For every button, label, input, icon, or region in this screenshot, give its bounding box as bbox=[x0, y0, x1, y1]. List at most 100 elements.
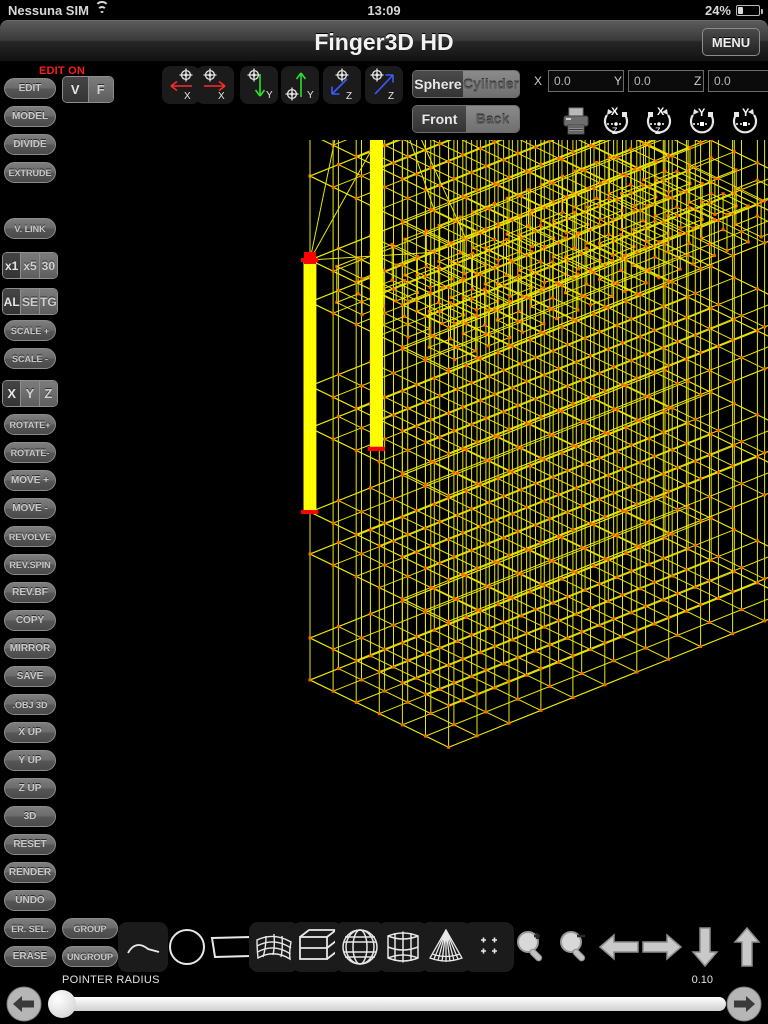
pan-up-icon[interactable] bbox=[722, 922, 768, 972]
x-coordinate-label: X bbox=[534, 74, 543, 88]
sidebar-button-revolve[interactable]: REVOLVE bbox=[4, 526, 56, 547]
sidebar-button-erase[interactable]: ERASE bbox=[4, 946, 56, 967]
y-coordinate-label: Y bbox=[614, 74, 623, 88]
svg-text:Z: Z bbox=[346, 91, 352, 102]
multiplier-option-30[interactable]: 30 bbox=[39, 253, 57, 278]
y-coordinate-input[interactable] bbox=[628, 70, 704, 92]
face-side-option-back[interactable]: Back bbox=[466, 106, 519, 132]
rotate-y-cw-dial-icon[interactable]: Y bbox=[727, 103, 763, 139]
curve-tool-icon[interactable] bbox=[118, 922, 168, 972]
battery-percent-label: 24% bbox=[704, 2, 731, 18]
pointer-radius-slider-track[interactable] bbox=[50, 997, 726, 1011]
arrow-left-icon[interactable] bbox=[6, 986, 42, 1022]
vertex-face-option-f[interactable]: F bbox=[88, 77, 113, 102]
sidebar-button-z-up[interactable]: Z UP bbox=[4, 778, 56, 799]
z-coordinate-input[interactable] bbox=[708, 70, 768, 92]
multiplier-option-x1[interactable]: x1 bbox=[3, 253, 22, 278]
title-bar: Finger3D HD MENU bbox=[0, 20, 768, 62]
selection-mode-segment[interactable]: AL SE TG bbox=[2, 288, 58, 315]
zoom-out-icon[interactable] bbox=[550, 922, 600, 972]
x-coordinate-input[interactable] bbox=[548, 70, 624, 92]
sidebar-button-rev-bf[interactable]: REV.BF bbox=[4, 582, 56, 603]
z-coordinate-field-group: Z bbox=[694, 70, 768, 92]
sidebar-button-copy[interactable]: COPY bbox=[4, 610, 56, 631]
selection-mode-option-se[interactable]: SE bbox=[21, 289, 40, 314]
x-minus-icon[interactable]: X bbox=[162, 66, 200, 104]
sidebar-button-render[interactable]: RENDER bbox=[4, 862, 56, 883]
sidebar-button-move[interactable]: MOVE - bbox=[4, 498, 56, 519]
svg-text:Y: Y bbox=[698, 107, 706, 119]
ungroup-button[interactable]: UNGROUP bbox=[62, 946, 118, 967]
menu-button[interactable]: MENU bbox=[702, 28, 760, 56]
sidebar-button-mirror[interactable]: MIRROR bbox=[4, 638, 56, 659]
sidebar-button-rotate[interactable]: ROTATE+ bbox=[4, 414, 56, 435]
wireframe-model bbox=[301, 140, 768, 749]
z-coordinate-label: Z bbox=[694, 74, 702, 88]
sidebar-button-model[interactable]: MODEL bbox=[4, 106, 56, 127]
sidebar-button-reset[interactable]: RESET bbox=[4, 834, 56, 855]
battery-icon bbox=[736, 4, 763, 16]
svg-text:Z: Z bbox=[612, 126, 618, 136]
sidebar-button-undo[interactable]: UNDO bbox=[4, 890, 56, 911]
pointer-radius-slider-knob[interactable] bbox=[48, 990, 76, 1018]
selection-mode-option-tg[interactable]: TG bbox=[39, 289, 57, 314]
sidebar-button-extrude[interactable]: EXTRUDE bbox=[4, 162, 56, 183]
z-plus-icon[interactable]: Z bbox=[365, 66, 403, 104]
sidebar-button-obj-3d[interactable]: .OBJ 3D bbox=[4, 694, 56, 715]
sidebar-button-rev-spin[interactable]: REV.SPIN bbox=[4, 554, 56, 575]
shape-type-toggle[interactable]: Sphere Cylinder bbox=[412, 70, 520, 98]
status-bar-right: 24% bbox=[704, 2, 763, 18]
sidebar-button-move[interactable]: MOVE + bbox=[4, 470, 56, 491]
vertex-face-toggle[interactable]: VF bbox=[62, 76, 114, 103]
sidebar-button-scale[interactable]: SCALE + bbox=[4, 320, 56, 341]
page-title: Finger3D HD bbox=[314, 29, 454, 55]
sidebar-button-rotate[interactable]: ROTATE- bbox=[4, 442, 56, 463]
y-minus-icon[interactable]: Y bbox=[240, 66, 278, 104]
rotate-xz-ccw-dial-icon[interactable]: X Z bbox=[598, 103, 634, 139]
group-button[interactable]: GROUP bbox=[62, 918, 118, 939]
face-side-option-front[interactable]: Front bbox=[413, 106, 466, 132]
axis-option-x[interactable]: X bbox=[3, 381, 22, 406]
sidebar-button-x-up[interactable]: X UP bbox=[4, 722, 56, 743]
sidebar-button-v-link[interactable]: V. LINK bbox=[4, 218, 56, 239]
sidebar-button-3d[interactable]: 3D bbox=[4, 806, 56, 827]
multiplier-segment[interactable]: x1 x5 30 bbox=[2, 252, 58, 279]
svg-text:X: X bbox=[657, 106, 665, 118]
app-root: Nessuna SIM 13:09 24% Finger3D HD MENU E… bbox=[0, 0, 768, 1024]
svg-text:Y: Y bbox=[742, 107, 750, 119]
printer-icon[interactable] bbox=[560, 106, 592, 136]
sidebar-button-scale[interactable]: SCALE - bbox=[4, 348, 56, 369]
axis-segment[interactable]: XYZ bbox=[2, 380, 58, 407]
svg-text:Y: Y bbox=[266, 90, 273, 101]
rotate-y-ccw-dial-icon[interactable]: Y bbox=[684, 103, 720, 139]
face-side-toggle[interactable]: Front Back bbox=[412, 105, 520, 133]
x-plus-icon[interactable]: X bbox=[196, 66, 234, 104]
shape-type-option-cylinder[interactable]: Cylinder bbox=[462, 71, 519, 97]
svg-text:Z: Z bbox=[388, 91, 394, 102]
sidebar-button-save[interactable]: SAVE bbox=[4, 666, 56, 687]
z-minus-icon[interactable]: Z bbox=[323, 66, 361, 104]
svg-text:Z: Z bbox=[655, 126, 661, 136]
axis-option-y[interactable]: Y bbox=[21, 381, 40, 406]
selection-mode-option-al[interactable]: AL bbox=[3, 289, 22, 314]
sidebar-button-y-up[interactable]: Y UP bbox=[4, 750, 56, 771]
x-coordinate-field-group: X bbox=[534, 70, 624, 92]
y-coordinate-field-group: Y bbox=[614, 70, 704, 92]
svg-text:Y: Y bbox=[307, 90, 314, 101]
sidebar-button-divide[interactable]: DIVIDE bbox=[4, 134, 56, 155]
3d-viewport[interactable] bbox=[60, 140, 768, 915]
pointer-radius-value: 0.10 bbox=[691, 974, 713, 986]
circle-tool-icon[interactable] bbox=[162, 922, 212, 972]
svg-text:X: X bbox=[611, 106, 619, 118]
rotate-xz-cw-dial-icon[interactable]: X Z bbox=[641, 103, 677, 139]
sidebar-button-edit[interactable]: EDIT bbox=[4, 78, 56, 99]
sidebar-button-er-sel[interactable]: ER. SEL. bbox=[4, 918, 56, 939]
multiplier-option-x5[interactable]: x5 bbox=[21, 253, 40, 278]
arrow-right-icon[interactable] bbox=[726, 986, 762, 1022]
vertex-face-option-v[interactable]: V bbox=[63, 77, 89, 102]
y-plus-icon[interactable]: Y bbox=[281, 66, 319, 104]
shape-type-option-sphere[interactable]: Sphere bbox=[413, 71, 463, 97]
axis-option-z[interactable]: Z bbox=[39, 381, 57, 406]
ios-status-bar: Nessuna SIM 13:09 24% bbox=[0, 0, 768, 20]
svg-text:X: X bbox=[218, 91, 225, 102]
